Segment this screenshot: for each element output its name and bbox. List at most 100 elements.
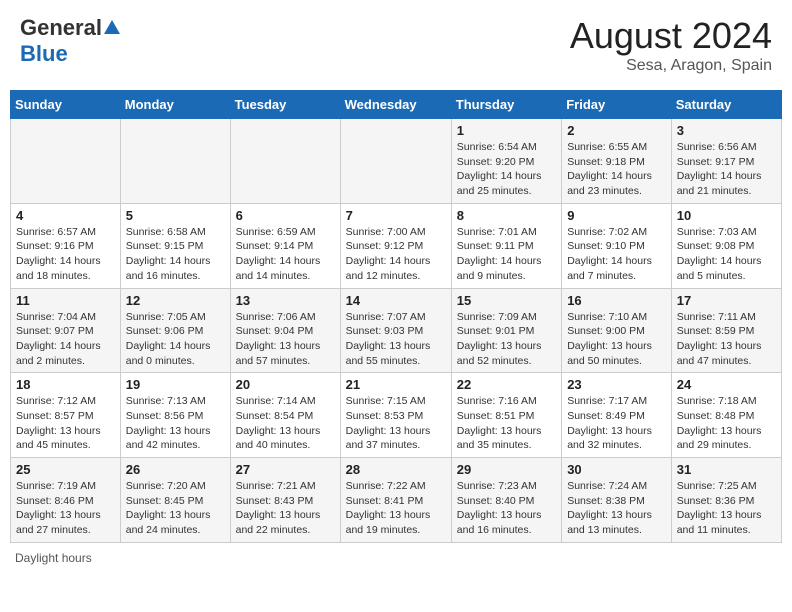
day-detail: Sunrise: 6:54 AM Sunset: 9:20 PM Dayligh…: [457, 140, 556, 199]
logo: General Blue: [20, 15, 120, 67]
day-detail: Sunrise: 7:17 AM Sunset: 8:49 PM Dayligh…: [567, 394, 666, 453]
day-detail: Sunrise: 6:55 AM Sunset: 9:18 PM Dayligh…: [567, 140, 666, 199]
header-day-monday: Monday: [120, 91, 230, 119]
day-number: 6: [236, 208, 335, 223]
day-number: 17: [677, 293, 776, 308]
day-number: 13: [236, 293, 335, 308]
week-row-3: 11Sunrise: 7:04 AM Sunset: 9:07 PM Dayli…: [11, 288, 782, 373]
day-number: 26: [126, 462, 225, 477]
logo-triangle-icon: [104, 20, 120, 34]
day-detail: Sunrise: 7:25 AM Sunset: 8:36 PM Dayligh…: [677, 479, 776, 538]
day-cell: 26Sunrise: 7:20 AM Sunset: 8:45 PM Dayli…: [120, 458, 230, 543]
day-cell: [11, 119, 121, 204]
day-cell: 19 Sunrise: 7:13 AM Sunset: 8:56 PM Dayli…: [120, 373, 230, 458]
day-number: 18: [16, 377, 115, 392]
day-number: 14: [346, 293, 446, 308]
day-number: 8: [457, 208, 556, 223]
day-cell: 24Sunrise: 7:18 AM Sunset: 8:48 PM Dayli…: [671, 373, 781, 458]
week-row-4: 18 Sunrise: 7:12 AM Sunset: 8:57 PM Dayli…: [11, 373, 782, 458]
header-day-friday: Friday: [562, 91, 672, 119]
day-cell: 7 Sunrise: 7:00 AM Sunset: 9:12 PM Daylig…: [340, 203, 451, 288]
day-number: 24: [677, 377, 776, 392]
day-number: 19: [126, 377, 225, 392]
month-year-title: August 2024: [570, 15, 772, 57]
day-cell: 22 Sunrise: 7:16 AM Sunset: 8:51 PM Dayli…: [451, 373, 561, 458]
footer-daylight: Daylight hours: [10, 551, 782, 565]
day-number: 11: [16, 293, 115, 308]
day-cell: 16 Sunrise: 7:10 AM Sunset: 9:00 PM Dayli…: [562, 288, 672, 373]
day-detail: Sunrise: 7:13 AM Sunset: 8:56 PM Dayligh…: [126, 394, 225, 453]
day-number: 27: [236, 462, 335, 477]
page-header: General Blue August 2024 Sesa, Aragon, S…: [10, 10, 782, 80]
header-day-saturday: Saturday: [671, 91, 781, 119]
day-cell: 31Sunrise: 7:25 AM Sunset: 8:36 PM Dayli…: [671, 458, 781, 543]
day-number: 10: [677, 208, 776, 223]
day-detail: Sunrise: 7:14 AM Sunset: 8:54 PM Dayligh…: [236, 394, 335, 453]
day-number: 25: [16, 462, 115, 477]
day-cell: 9 Sunrise: 7:02 AM Sunset: 9:10 PM Daylig…: [562, 203, 672, 288]
logo-blue: Blue: [20, 41, 68, 67]
day-cell: 13Sunrise: 7:06 AM Sunset: 9:04 PM Dayli…: [230, 288, 340, 373]
day-cell: [230, 119, 340, 204]
day-number: 30: [567, 462, 666, 477]
day-detail: Sunrise: 7:07 AM Sunset: 9:03 PM Dayligh…: [346, 310, 446, 369]
logo-general: General: [20, 15, 102, 41]
week-row-5: 25 Sunrise: 7:19 AM Sunset: 8:46 PM Dayli…: [11, 458, 782, 543]
day-number: 4: [16, 208, 115, 223]
day-detail: Sunrise: 7:12 AM Sunset: 8:57 PM Dayligh…: [16, 394, 115, 453]
day-number: 16: [567, 293, 666, 308]
day-cell: 1 Sunrise: 6:54 AM Sunset: 9:20 PM Daylig…: [451, 119, 561, 204]
calendar-body: 1 Sunrise: 6:54 AM Sunset: 9:20 PM Daylig…: [11, 119, 782, 543]
day-detail: Sunrise: 7:00 AM Sunset: 9:12 PM Dayligh…: [346, 225, 446, 284]
day-detail: Sunrise: 7:16 AM Sunset: 8:51 PM Dayligh…: [457, 394, 556, 453]
day-number: 2: [567, 123, 666, 138]
day-cell: 2 Sunrise: 6:55 AM Sunset: 9:18 PM Daylig…: [562, 119, 672, 204]
day-number: 22: [457, 377, 556, 392]
day-cell: 28 Sunrise: 7:22 AM Sunset: 8:41 PM Dayli…: [340, 458, 451, 543]
day-number: 7: [346, 208, 446, 223]
day-cell: 14 Sunrise: 7:07 AM Sunset: 9:03 PM Dayli…: [340, 288, 451, 373]
day-cell: 15 Sunrise: 7:09 AM Sunset: 9:01 PM Dayli…: [451, 288, 561, 373]
header-day-wednesday: Wednesday: [340, 91, 451, 119]
day-number: 28: [346, 462, 446, 477]
day-detail: Sunrise: 7:15 AM Sunset: 8:53 PM Dayligh…: [346, 394, 446, 453]
day-cell: 5Sunrise: 6:58 AM Sunset: 9:15 PM Daylig…: [120, 203, 230, 288]
day-number: 23: [567, 377, 666, 392]
day-cell: [120, 119, 230, 204]
day-number: 15: [457, 293, 556, 308]
day-number: 1: [457, 123, 556, 138]
day-detail: Sunrise: 7:10 AM Sunset: 9:00 PM Dayligh…: [567, 310, 666, 369]
title-block: August 2024 Sesa, Aragon, Spain: [570, 15, 772, 75]
day-cell: 20Sunrise: 7:14 AM Sunset: 8:54 PM Dayli…: [230, 373, 340, 458]
day-cell: 21 Sunrise: 7:15 AM Sunset: 8:53 PM Dayli…: [340, 373, 451, 458]
day-detail: Sunrise: 7:22 AM Sunset: 8:41 PM Dayligh…: [346, 479, 446, 538]
day-detail: Sunrise: 7:11 AM Sunset: 8:59 PM Dayligh…: [677, 310, 776, 369]
day-cell: 6Sunrise: 6:59 AM Sunset: 9:14 PM Daylig…: [230, 203, 340, 288]
day-cell: 12 Sunrise: 7:05 AM Sunset: 9:06 PM Dayli…: [120, 288, 230, 373]
day-detail: Sunrise: 7:19 AM Sunset: 8:46 PM Dayligh…: [16, 479, 115, 538]
day-number: 12: [126, 293, 225, 308]
day-number: 3: [677, 123, 776, 138]
location-subtitle: Sesa, Aragon, Spain: [570, 57, 772, 75]
day-cell: 29 Sunrise: 7:23 AM Sunset: 8:40 PM Dayli…: [451, 458, 561, 543]
header-day-sunday: Sunday: [11, 91, 121, 119]
day-cell: 25 Sunrise: 7:19 AM Sunset: 8:46 PM Dayli…: [11, 458, 121, 543]
day-number: 9: [567, 208, 666, 223]
day-cell: 10Sunrise: 7:03 AM Sunset: 9:08 PM Dayli…: [671, 203, 781, 288]
day-detail: Sunrise: 6:58 AM Sunset: 9:15 PM Dayligh…: [126, 225, 225, 284]
day-detail: Sunrise: 6:56 AM Sunset: 9:17 PM Dayligh…: [677, 140, 776, 199]
day-cell: 17 Sunrise: 7:11 AM Sunset: 8:59 PM Dayli…: [671, 288, 781, 373]
day-detail: Sunrise: 7:05 AM Sunset: 9:06 PM Dayligh…: [126, 310, 225, 369]
calendar-table: SundayMondayTuesdayWednesdayThursdayFrid…: [10, 90, 782, 543]
day-detail: Sunrise: 7:23 AM Sunset: 8:40 PM Dayligh…: [457, 479, 556, 538]
day-detail: Sunrise: 7:09 AM Sunset: 9:01 PM Dayligh…: [457, 310, 556, 369]
day-cell: 3 Sunrise: 6:56 AM Sunset: 9:17 PM Daylig…: [671, 119, 781, 204]
day-number: 21: [346, 377, 446, 392]
day-cell: 27Sunrise: 7:21 AM Sunset: 8:43 PM Dayli…: [230, 458, 340, 543]
day-detail: Sunrise: 7:02 AM Sunset: 9:10 PM Dayligh…: [567, 225, 666, 284]
calendar-header: SundayMondayTuesdayWednesdayThursdayFrid…: [11, 91, 782, 119]
day-cell: 23 Sunrise: 7:17 AM Sunset: 8:49 PM Dayli…: [562, 373, 672, 458]
header-day-thursday: Thursday: [451, 91, 561, 119]
day-detail: Sunrise: 7:24 AM Sunset: 8:38 PM Dayligh…: [567, 479, 666, 538]
day-number: 29: [457, 462, 556, 477]
